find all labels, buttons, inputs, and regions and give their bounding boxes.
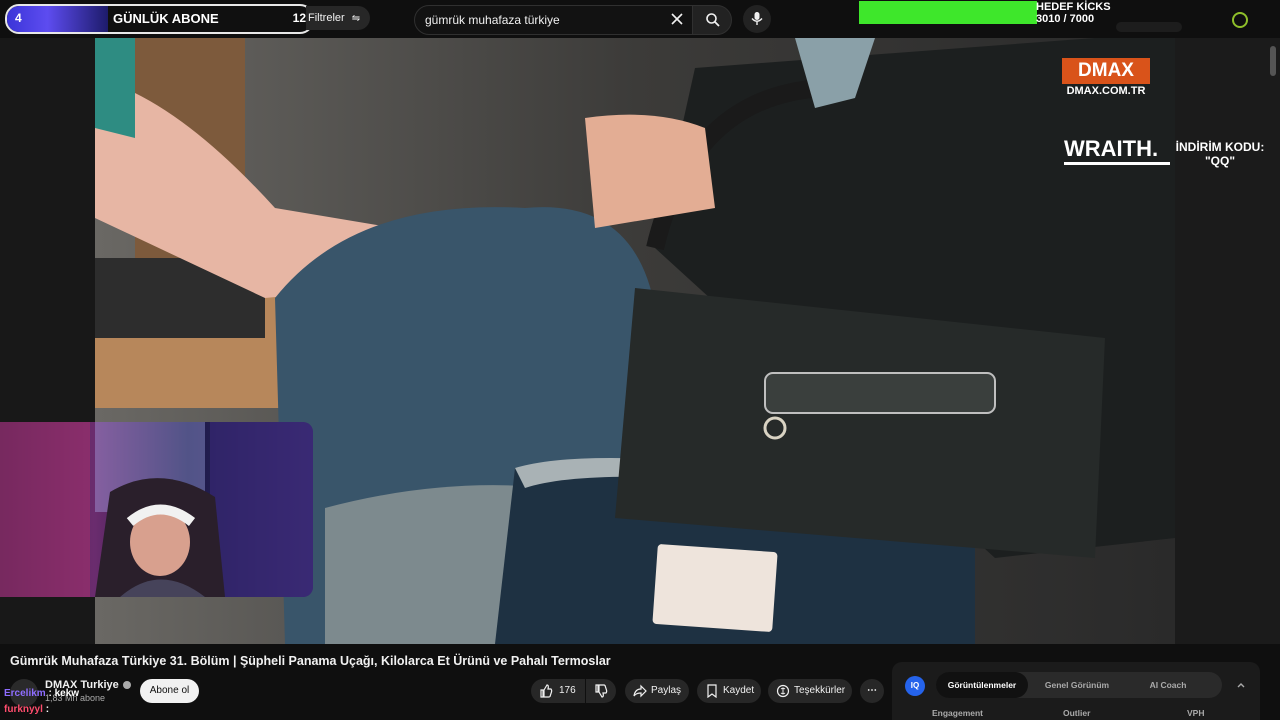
notification-icon[interactable] (1232, 12, 1248, 28)
subscriber-goal-target: 12 (292, 11, 306, 25)
dislike-button[interactable] (586, 679, 616, 703)
thumbs-down-icon (595, 684, 608, 698)
chat-username: Ercelikm (4, 688, 46, 699)
mic-icon (751, 12, 763, 25)
metric-engagement: Engagement (932, 708, 984, 718)
search-input[interactable]: gümrük muhafaza türkiye (425, 13, 560, 27)
subscribe-button[interactable]: Abone ol (140, 679, 199, 703)
video-title: Gümrük Muhafaza Türkiye 31. Bölüm | Şüph… (10, 654, 611, 668)
verified-icon (122, 681, 131, 690)
dmax-site-text: DMAX.COM.TR (1066, 85, 1146, 97)
chevron-up-icon[interactable] (1236, 680, 1246, 690)
save-label: Kaydet (723, 685, 755, 696)
subscriber-goal-current: 4 (15, 11, 22, 25)
panel-tabs: Görüntülenmeler Genel Görünüm AI Coach (936, 672, 1222, 698)
sliders-icon: ⇋ (351, 13, 361, 24)
thanks-label: Teşekkürler (794, 685, 846, 696)
tab-overview[interactable]: Genel Görünüm (1036, 672, 1118, 698)
thanks-button[interactable]: Teşekkürler (768, 679, 852, 703)
dmax-logo-text: DMAX (1062, 58, 1150, 84)
subscriber-goal-widget: 4 GÜNLÜK ABONE 12 (5, 4, 314, 34)
filters-button[interactable]: Filtreler ⇋ (306, 6, 371, 30)
filters-label: Filtreler (308, 12, 345, 24)
metric-vph: VPH (1187, 708, 1205, 718)
promo-code: "QQ" (1204, 154, 1236, 168)
kicks-goal-count: 3010 / 7000 (1036, 13, 1095, 25)
search-button[interactable] (692, 5, 732, 35)
share-icon (633, 684, 647, 698)
like-button[interactable]: 176 (531, 679, 585, 703)
kicks-goal-progress-bar (859, 1, 1037, 24)
subscriber-goal-label: GÜNLÜK ABONE (113, 11, 219, 26)
account-pill[interactable] (1116, 22, 1182, 32)
dmax-logo: DMAX DMAX.COM.TR (1062, 58, 1150, 102)
bookmark-icon (707, 684, 717, 698)
thumbs-up-icon (540, 684, 553, 698)
chat-message: Ercelikm : kekw (4, 688, 79, 699)
chat-text: : (45, 704, 50, 715)
tab-views[interactable]: Görüntülenmeler (936, 672, 1028, 698)
subscriber-goal-progress-bar (7, 6, 108, 32)
iq-badge[interactable]: IQ (905, 676, 925, 696)
page-scrollbar[interactable] (1270, 46, 1276, 76)
chat-text: : kekw (48, 688, 80, 699)
kicks-goal-widget: HEDEF KİCKS 3010 / 7000 (1036, 1, 1111, 25)
webcam-image (0, 422, 313, 597)
sponsor-logo: WRAITH. (1064, 136, 1159, 161)
streamer-webcam (0, 422, 313, 597)
kicks-goal-title: HEDEF KİCKS (1036, 1, 1111, 13)
super-thanks-icon (776, 684, 790, 698)
search-box[interactable]: gümrük muhafaza türkiye (414, 5, 694, 35)
right-letterbox (1175, 38, 1280, 644)
voice-search-button[interactable] (743, 5, 771, 33)
search-icon (706, 13, 720, 27)
share-label: Paylaş (651, 685, 682, 696)
more-icon: ⋯ (867, 685, 877, 696)
analytics-extension-panel: IQ Görüntülenmeler Genel Görünüm AI Coac… (892, 662, 1260, 720)
sponsor-underline (1064, 162, 1170, 165)
promo-code-text: İNDİRİM KODU: "QQ" (1174, 140, 1266, 168)
tab-ai-coach[interactable]: AI Coach (1122, 672, 1214, 698)
more-actions-button[interactable]: ⋯ (860, 679, 884, 703)
top-bar: 4 GÜNLÜK ABONE 12 Filtreler ⇋ gümrük muh… (0, 0, 1280, 38)
like-count: 176 (559, 685, 576, 696)
chat-message: furknyyl : (4, 704, 49, 715)
metric-outlier: Outlier (1063, 708, 1091, 718)
promo-label: İNDİRİM KODU: (1175, 140, 1265, 154)
close-icon[interactable] (669, 11, 685, 27)
save-button[interactable]: Kaydet (697, 679, 761, 703)
chat-username: furknyyl (4, 704, 43, 715)
share-button[interactable]: Paylaş (625, 679, 689, 703)
